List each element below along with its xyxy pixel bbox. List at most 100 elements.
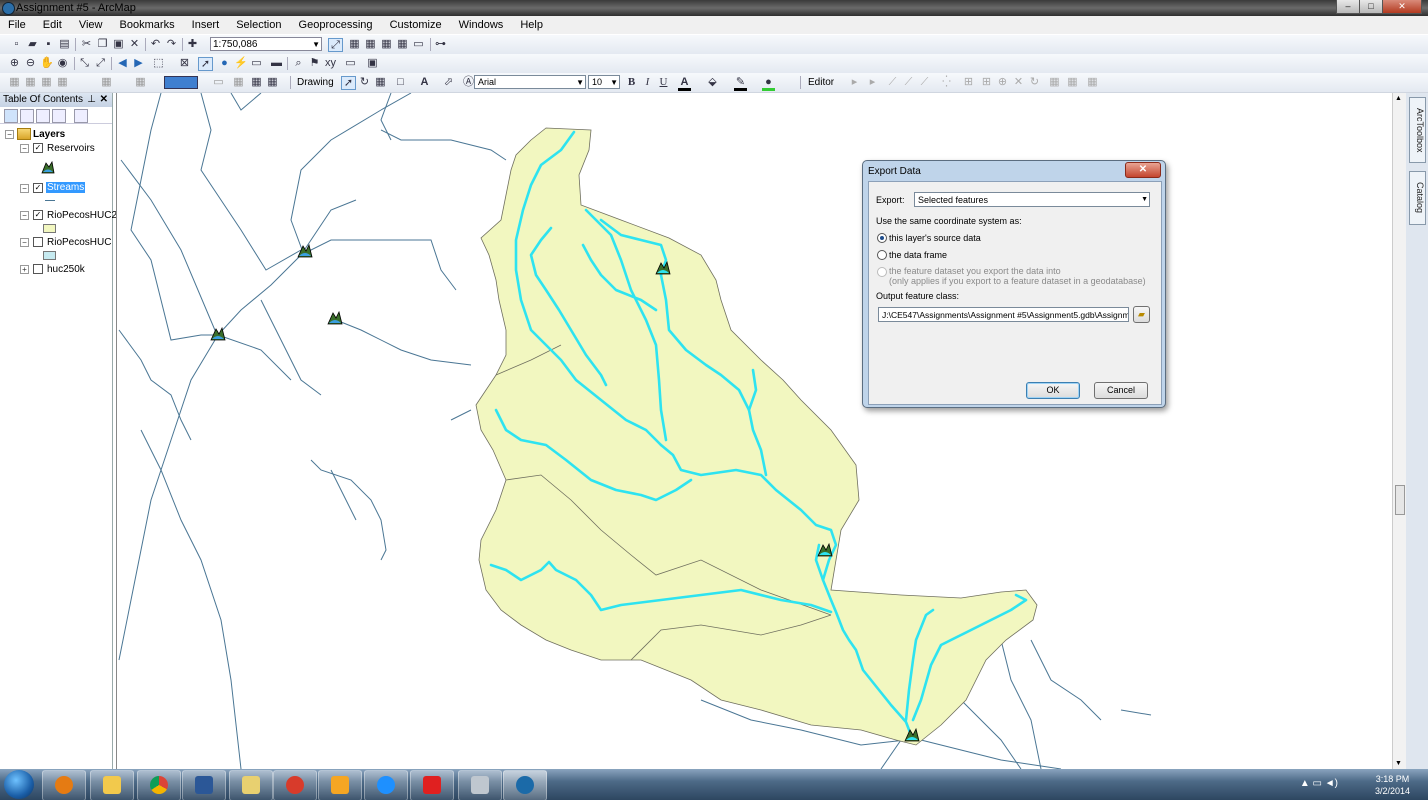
taskbar-media-player[interactable] [42,770,86,801]
layout-extent-icon[interactable]: ▦ [134,76,147,88]
paste-icon[interactable]: ▣ [112,38,125,50]
taskbar-explorer[interactable] [90,770,134,801]
focus-frame-icon[interactable]: ▦ [232,76,245,88]
output-path-input[interactable]: J:\CE547\Assignments\Assignment #5\Assig… [878,307,1129,322]
catalog-tab[interactable]: Catalog [1409,171,1426,225]
model-builder-icon[interactable]: ⊶ [434,38,447,50]
source-data-radio[interactable] [877,233,887,243]
create-features-icon[interactable]: ▦ [1086,76,1099,88]
select-features-icon[interactable]: ⬚ [152,57,165,69]
full-extent-icon[interactable]: ◉ [56,57,69,69]
layer-huc250k[interactable]: huc250k [47,264,85,275]
source-data-label[interactable]: this layer's source data [889,233,981,243]
taskbar-calculator[interactable] [458,770,502,801]
menu-bookmarks[interactable]: Bookmarks [112,16,181,31]
go-to-xy-icon[interactable]: xy [324,57,337,69]
riopecoshuc2-checkbox[interactable]: ✓ [33,210,43,220]
cut-polygons-icon[interactable]: ⊕ [996,76,1009,88]
rotate-edit-icon[interactable]: ↻ [1028,76,1041,88]
forward-extent-icon[interactable]: ▶ [132,57,145,69]
back-extent-icon[interactable]: ◀ [116,57,129,69]
taskbar-word[interactable] [182,770,226,801]
scroll-down-icon[interactable]: ▼ [1395,760,1402,767]
layout-zoom-icon[interactable]: ▦ [24,76,37,88]
point-icon[interactable]: ⁛ [940,76,953,88]
menu-view[interactable]: View [71,16,109,31]
layers-root-label[interactable]: Layers [33,129,65,140]
edit-annotation-icon[interactable]: ▸ [866,76,879,88]
arctoolbox-tab[interactable]: ArcToolbox [1409,97,1426,163]
save-icon[interactable]: ▪ [42,38,55,50]
trace-icon[interactable]: ⟋ [918,76,931,88]
start-button[interactable] [4,770,34,799]
layer-streams[interactable]: Streams [46,182,86,193]
straight-segment-icon[interactable]: ⟋ [886,76,899,88]
collapse-icon[interactable]: − [20,238,29,247]
system-tray-icons[interactable]: ▲ ▭ ◄) [1300,778,1338,789]
table-of-contents-icon[interactable]: ▦ [348,38,361,50]
italic-button[interactable]: I [641,76,654,88]
close-icon[interactable]: ✕ [100,93,108,107]
reshape-icon[interactable]: ⊞ [980,76,993,88]
taskbar-acrobat[interactable] [410,770,454,801]
new-document-icon[interactable]: ▫ [10,38,23,50]
list-by-visibility-icon[interactable] [36,109,50,123]
fill-color-icon[interactable]: ⬙ [706,76,719,88]
zoom-to-selected-icon[interactable]: ▦ [374,76,387,88]
ok-button[interactable]: OK [1026,382,1080,399]
taskbar-arcmap[interactable] [503,770,547,801]
layout-tool-icon[interactable]: ▦ [8,76,21,88]
toggle-draft-icon[interactable]: ▭ [212,76,225,88]
split-icon[interactable]: ✕ [1012,76,1025,88]
menu-geoprocessing[interactable]: Geoprocessing [291,16,379,31]
attributes-icon[interactable]: ▦ [1048,76,1061,88]
menu-windows[interactable]: Windows [451,16,510,31]
end-point-arc-icon[interactable]: ⟋ [902,76,915,88]
hyperlink-icon[interactable]: ⚡ [234,57,248,69]
zoom-out-icon[interactable]: ⊖ [24,57,37,69]
map-vertical-scrollbar[interactable]: ▲ ▼ [1392,93,1407,769]
taskbar-citrix[interactable] [273,770,317,801]
minimize-button[interactable]: – [1336,0,1360,14]
edit-vertices-icon[interactable]: ⬀ [442,76,455,88]
menu-insert[interactable]: Insert [184,16,226,31]
bold-button[interactable]: B [625,76,638,88]
change-layout-icon[interactable]: ▦ [250,76,263,88]
cancel-button[interactable]: Cancel [1094,382,1148,399]
data-driven-pages-icon[interactable]: ▦ [266,76,279,88]
collapse-icon[interactable]: − [20,184,29,193]
taskbar-outlook[interactable] [318,770,362,801]
layout-fixed-zoom-icon[interactable]: ▦ [100,76,113,88]
pan-icon[interactable]: ✋ [40,57,54,69]
layer-riopecoshuc[interactable]: RioPecosHUC [47,237,111,248]
map-view[interactable] [116,93,1393,769]
data-frame-label[interactable]: the data frame [889,250,947,260]
marker-color-icon[interactable]: ● [762,76,775,91]
font-size-select[interactable]: 10 ▼ [588,75,620,89]
select-elements-icon[interactable]: ➚ [198,57,213,71]
measure-icon[interactable]: ▬ [270,57,283,69]
editor-toolbar-icon[interactable]: ⤢ [328,38,343,52]
clear-selection-icon[interactable]: ⊠ [178,57,191,69]
copy-icon[interactable]: ❐ [96,38,109,50]
layout-zoom-whole-icon[interactable]: ▦ [56,76,69,88]
list-by-selection-icon[interactable] [52,109,66,123]
data-frame-radio[interactable] [877,250,887,260]
edit-tool-icon[interactable]: ▸ [848,76,861,88]
maximize-button[interactable]: □ [1359,0,1383,14]
redo-icon[interactable]: ↷ [165,38,178,50]
map-scale-combo[interactable]: 1:750,086 ▼ [210,37,322,51]
fixed-zoom-out-icon[interactable]: ⤢ [94,57,107,69]
dialog-close-button[interactable]: ✕ [1125,162,1161,178]
collapse-icon[interactable]: − [20,211,29,220]
undo-icon[interactable]: ↶ [149,38,162,50]
sketch-properties-icon[interactable]: ▦ [1066,76,1079,88]
python-window-icon[interactable]: ▭ [412,38,425,50]
pin-icon[interactable]: ⊥ [87,93,96,107]
line-color-icon[interactable]: ✎ [734,76,747,91]
zoom-in-icon[interactable]: ⊕ [8,57,21,69]
riopecoshuc-checkbox[interactable] [33,237,43,247]
fixed-zoom-in-icon[interactable]: ⤡ [78,57,91,69]
huc250k-checkbox[interactable] [33,264,43,274]
export-select[interactable]: Selected features ▼ [914,192,1150,207]
